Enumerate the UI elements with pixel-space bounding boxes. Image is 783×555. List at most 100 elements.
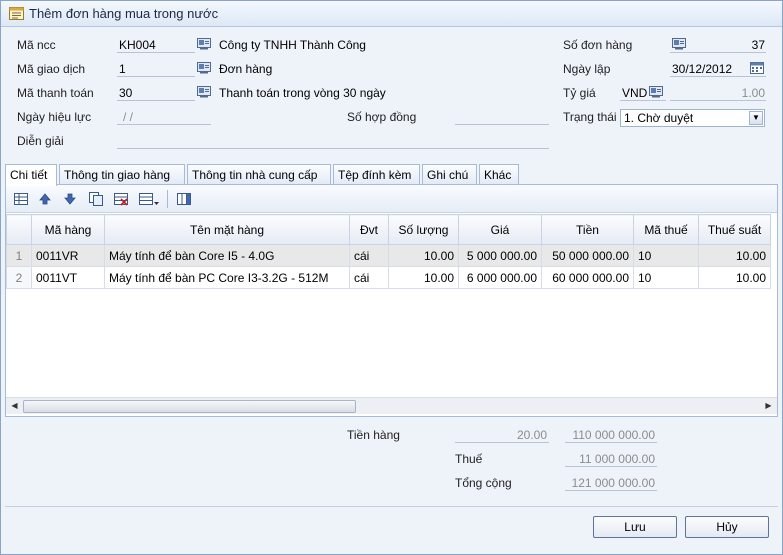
effective-date-label: Ngày hiệu lực (17, 110, 92, 124)
scroll-left-icon[interactable]: ◀ (7, 399, 22, 413)
transaction-code-label: Mã giao dịch (17, 62, 86, 76)
window-title: Thêm đơn hàng mua trong nước (29, 6, 219, 21)
cell-amount[interactable]: 60 000 000.00 (541, 266, 634, 289)
copy-row-icon[interactable] (88, 191, 104, 207)
scroll-right-icon[interactable]: ▶ (761, 399, 776, 413)
cell-price[interactable]: 6 000 000.00 (458, 266, 542, 289)
tab-delivery-info-label: Thông tin giao hàng (64, 168, 171, 182)
tab-attachments[interactable]: Tệp đính kèm (333, 164, 420, 185)
columns-icon[interactable] (176, 191, 192, 207)
column-header-name[interactable]: Tên mặt hàng (104, 214, 350, 245)
effective-date-field[interactable]: / / (123, 110, 133, 124)
status-label: Trạng thái (563, 110, 617, 124)
description-label: Diễn giải (17, 134, 64, 148)
cell-code[interactable]: 0011VR (31, 244, 105, 267)
grid-options-icon[interactable] (138, 191, 160, 207)
delete-row-icon[interactable] (113, 191, 129, 207)
payment-lookup-icon[interactable] (197, 86, 211, 98)
table-row[interactable]: 1 0011VR Máy tính để bàn Core I5 - 4.0G … (6, 244, 771, 267)
cell-qty[interactable]: 10.00 (388, 266, 459, 289)
title-bar: Thêm đơn hàng mua trong nước (1, 1, 782, 27)
save-button[interactable]: Lưu (593, 516, 677, 538)
grid-toolbar (6, 185, 777, 213)
total-amount: 121 000 000.00 (565, 476, 657, 491)
column-header-qty[interactable]: Số lượng (388, 214, 459, 245)
move-down-icon[interactable] (62, 191, 78, 207)
purchase-order-window: Thêm đơn hàng mua trong nước Mã ncc KH00… (0, 0, 783, 555)
column-header-tax-rate[interactable]: Thuế suất (698, 214, 771, 245)
move-up-icon[interactable] (37, 191, 53, 207)
cell-name[interactable]: Máy tính để bàn PC Core I3-3.2G - 512M (104, 266, 350, 289)
payment-code-label: Mã thanh toán (17, 86, 94, 100)
cell-tax-rate[interactable]: 10.00 (698, 244, 771, 267)
cell-tax-rate[interactable]: 10.00 (698, 266, 771, 289)
table-row[interactable]: 2 0011VT Máy tính để bàn PC Core I3-3.2G… (6, 266, 771, 289)
tab-notes[interactable]: Ghi chú (422, 164, 477, 185)
calendar-icon[interactable] (750, 62, 764, 74)
chevron-down-icon[interactable]: ▼ (749, 111, 763, 125)
order-no-field[interactable]: 37 (691, 38, 765, 52)
order-no-lookup-icon[interactable] (672, 38, 686, 50)
exchange-rate-label: Tỷ giá (563, 86, 596, 100)
cell-qty[interactable]: 10.00 (388, 244, 459, 267)
cell-unit[interactable]: cái (349, 266, 389, 289)
tab-delivery-info[interactable]: Thông tin giao hàng (59, 164, 185, 185)
row-number: 1 (6, 244, 32, 267)
contract-no-label: Số hợp đồng (347, 110, 417, 124)
transaction-code-field[interactable]: 1 (119, 62, 126, 76)
supplier-code-label: Mã ncc (17, 38, 56, 52)
supplier-lookup-icon[interactable] (197, 38, 211, 50)
status-select[interactable]: 1. Chờ duyệt ▼ (620, 109, 765, 127)
currency-lookup-icon[interactable] (649, 86, 663, 98)
insert-row-icon[interactable] (13, 191, 29, 207)
column-header-code[interactable]: Mã hàng (31, 214, 105, 245)
form-window-icon (9, 7, 24, 20)
transaction-lookup-icon[interactable] (197, 62, 211, 74)
tab-detail[interactable]: Chi tiết (5, 164, 57, 186)
tab-other[interactable]: Khác (479, 164, 519, 185)
cell-unit[interactable]: cái (349, 244, 389, 267)
supplier-code-field[interactable]: KH004 (119, 38, 156, 52)
tax-amount: 11 000 000.00 (565, 452, 657, 467)
status-value: 1. Chờ duyệt (624, 111, 694, 125)
column-header-unit[interactable]: Đvt (349, 214, 389, 245)
payment-code-field[interactable]: 30 (119, 86, 132, 100)
tab-other-label: Khác (484, 168, 512, 182)
tab-notes-label: Ghi chú (427, 168, 469, 182)
toolbar-separator (167, 190, 168, 208)
column-header-rownum (6, 214, 32, 245)
exchange-rate-field[interactable]: 1.00 (673, 86, 765, 100)
total-label: Tổng cộng (455, 476, 512, 490)
created-date-label: Ngày lập (563, 62, 611, 76)
tax-label: Thuế (455, 452, 483, 466)
detail-grid: Mã hàng Tên mặt hàng Đvt Số lượng Giá Ti… (6, 214, 777, 289)
column-header-amount[interactable]: Tiền (541, 214, 634, 245)
transaction-name: Đơn hàng (219, 62, 273, 76)
horizontal-scrollbar[interactable]: ◀ ▶ (6, 397, 777, 414)
row-number: 2 (6, 266, 32, 289)
order-no-label: Số đơn hàng (563, 38, 633, 52)
subtotal-qty: 20.00 (455, 428, 549, 443)
created-date-field[interactable]: 30/12/2012 (672, 62, 732, 76)
subtotal-amount: 110 000 000.00 (565, 428, 657, 443)
cell-tax-code[interactable]: 10 (633, 266, 699, 289)
cell-price[interactable]: 5 000 000.00 (458, 244, 542, 267)
subtotal-label: Tiền hàng (347, 428, 400, 442)
cell-code[interactable]: 0011VT (31, 266, 105, 289)
tab-attachments-label: Tệp đính kèm (338, 168, 412, 182)
cell-name[interactable]: Máy tính để bàn Core I5 - 4.0G (104, 244, 350, 267)
supplier-name: Công ty TNHH Thành Công (219, 38, 366, 52)
cell-tax-code[interactable]: 10 (633, 244, 699, 267)
tab-supplier-info-label: Thông tin nhà cung cấp (192, 168, 318, 182)
column-header-tax-code[interactable]: Mã thuế (633, 214, 699, 245)
column-header-price[interactable]: Giá (458, 214, 542, 245)
grid-header-row: Mã hàng Tên mặt hàng Đvt Số lượng Giá Ti… (6, 214, 771, 245)
cancel-button[interactable]: Hủy (685, 516, 769, 538)
cell-amount[interactable]: 50 000 000.00 (541, 244, 634, 267)
detail-panel: Mã hàng Tên mặt hàng Đvt Số lượng Giá Ti… (5, 184, 778, 417)
currency-field[interactable]: VND (622, 86, 647, 100)
scroll-thumb[interactable] (23, 400, 356, 413)
tab-supplier-info[interactable]: Thông tin nhà cung cấp (187, 164, 331, 185)
tab-detail-label: Chi tiết (10, 168, 48, 182)
payment-name: Thanh toán trong vòng 30 ngày (219, 86, 386, 100)
